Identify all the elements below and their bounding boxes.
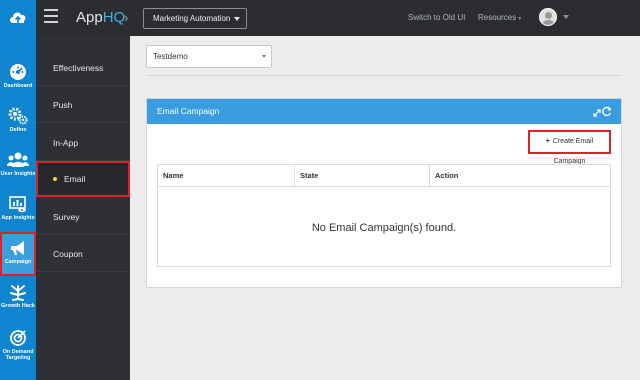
column-header-state[interactable]: State — [294, 165, 429, 187]
panel-title: Email Campaign — [157, 106, 220, 116]
app-select-value: Testdemo — [153, 52, 188, 61]
column-header-name[interactable]: Name — [158, 165, 294, 187]
growth-hack-icon — [10, 285, 26, 301]
resources-menu[interactable]: Resources ▾ — [478, 13, 521, 22]
sidebar-item-on-demand-targeting[interactable]: On Demand Targeting — [0, 322, 36, 366]
switch-old-ui-link[interactable]: Switch to Old UI — [408, 13, 465, 22]
email-campaign-table: Name State Action No Email Campaign(s) f… — [157, 164, 611, 267]
gears-icon — [8, 107, 28, 125]
sidebar-label-app-insights: App Insights — [1, 215, 35, 221]
sidebar-label-define: Define — [9, 127, 27, 133]
caret-down-icon — [234, 17, 240, 21]
user-avatar[interactable] — [539, 8, 557, 26]
sub-nav-coupon[interactable]: Coupon — [36, 236, 130, 272]
sub-nav-effectiveness[interactable]: Effectiveness — [36, 50, 130, 86]
sub-nav-survey[interactable]: Survey — [36, 199, 130, 235]
empty-table-message: No Email Campaign(s) found. — [311, 222, 457, 234]
sidebar-label-campaign: Campaign — [4, 259, 32, 265]
app-logo[interactable] — [0, 0, 36, 36]
sub-nav-push[interactable]: Push — [36, 87, 130, 123]
menu-toggle-icon[interactable] — [44, 9, 58, 23]
context-select-value: Marketing Automation — [153, 14, 231, 23]
app-insights-icon — [9, 196, 26, 213]
sidebar-item-campaign[interactable]: Campaign — [0, 232, 36, 276]
sidebar-label-growth-hack: Growth Hack — [1, 303, 35, 309]
caret-down-icon — [262, 55, 266, 58]
sub-nav-email-label: Email — [64, 174, 86, 184]
users-icon — [7, 152, 29, 167]
caret-down-icon: ▾ — [518, 16, 522, 22]
context-select[interactable]: Marketing Automation — [143, 8, 247, 29]
sidebar-label-targeting: Targeting — [5, 355, 31, 361]
app-name: AppHQ — [76, 9, 126, 26]
sub-nav-in-app[interactable]: In-App — [36, 125, 130, 161]
dashboard-icon — [10, 64, 26, 80]
create-email-campaign-button[interactable]: + Create Email Campaign — [528, 130, 611, 165]
divider — [146, 75, 622, 76]
sidebar-item-user-insights[interactable]: User Insights — [0, 144, 36, 188]
icon-sidebar: Dashboard Define User Insights App Insig… — [0, 36, 36, 380]
table-header: Name State Action — [158, 165, 610, 187]
sidebar-label-dashboard: Dashboard — [3, 83, 33, 89]
sub-nav-email[interactable]: Email — [36, 161, 130, 197]
plus-icon: + — [545, 138, 550, 145]
top-bar: AppHQ › Marketing Automation Switch to O… — [0, 0, 640, 36]
sidebar-item-define[interactable]: Define — [0, 100, 36, 144]
target-icon — [10, 330, 26, 346]
sidebar-label-user-insights: User Insights — [0, 171, 36, 177]
sidebar-item-dashboard[interactable]: Dashboard — [0, 56, 36, 100]
chevron-right-icon: › — [124, 10, 129, 25]
campaign-sub-nav: Effectiveness Push In-App Email Survey C… — [36, 36, 130, 380]
active-dot-icon — [53, 176, 57, 181]
app-select[interactable]: Testdemo — [146, 45, 272, 68]
panel-header: Email Campaign — [147, 99, 621, 124]
sidebar-item-app-insights[interactable]: App Insights — [0, 188, 36, 232]
caret-down-icon[interactable] — [563, 15, 569, 19]
column-header-action[interactable]: Action — [429, 165, 610, 187]
megaphone-icon — [11, 241, 24, 255]
cloud-upload-icon — [10, 12, 26, 24]
sidebar-item-growth-hack[interactable]: Growth Hack — [0, 276, 36, 320]
expand-icon[interactable] — [593, 106, 613, 117]
resources-label: Resources — [478, 13, 517, 22]
